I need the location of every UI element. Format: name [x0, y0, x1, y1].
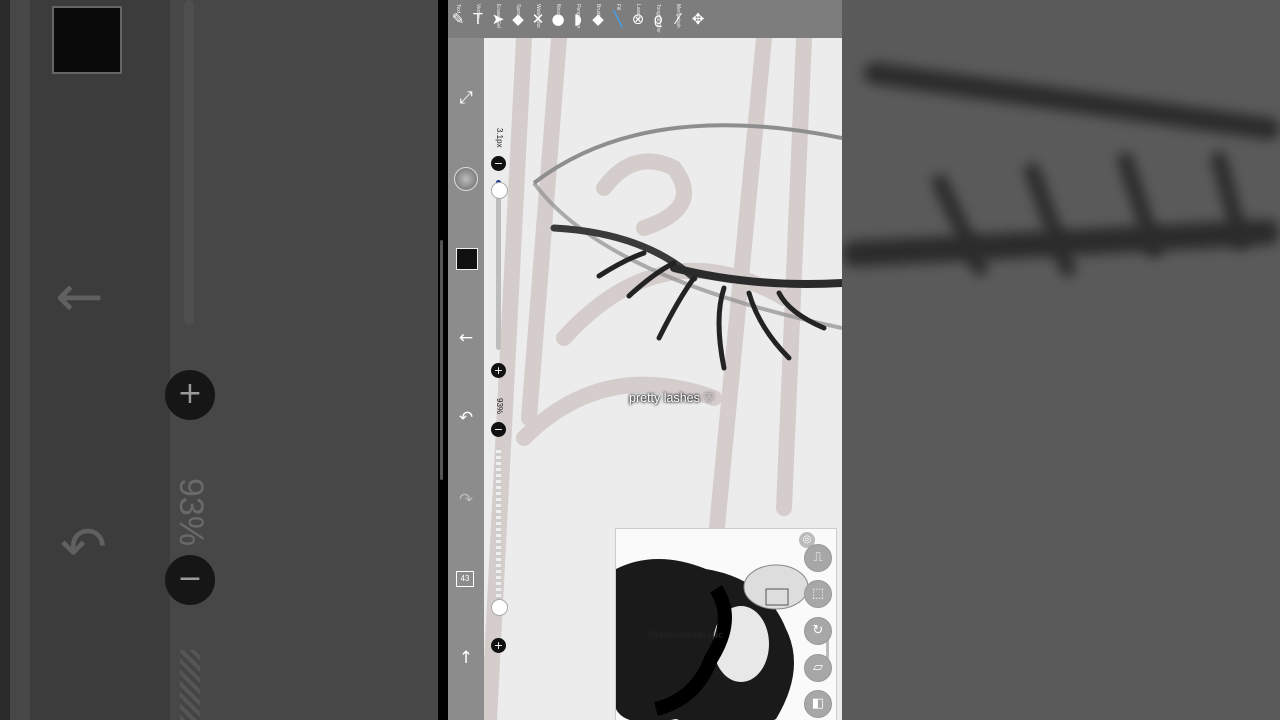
- opacity-slider[interactable]: [496, 448, 501, 618]
- tool-lasso[interactable]: ϱ Tongkat Sihir: [648, 0, 668, 38]
- tool-sliders: 3.1px − + 93% − +: [488, 128, 510, 660]
- tool-special[interactable]: ✕ Watercolor: [528, 0, 548, 38]
- reference-icon[interactable]: ◧: [804, 690, 832, 718]
- background-left: ← ↶ + − 93%: [0, 0, 438, 720]
- brush-size-label: 3.1px: [495, 128, 504, 148]
- tool-blur[interactable]: ◗ Pengerhan: [568, 0, 588, 38]
- tool-text[interactable]: T Vector: [468, 0, 488, 38]
- tool-brush[interactable]: ╲ Fill: [608, 0, 628, 38]
- opacity-fill: [496, 448, 501, 606]
- tool-close[interactable]: ⊗ Lasso: [628, 0, 648, 38]
- tool-vector[interactable]: ➤ Eraser Gel: [488, 0, 508, 38]
- layer-settings-icon[interactable]: ⎍: [804, 544, 832, 572]
- bg-color-swatch: [52, 6, 122, 74]
- opacity-label: 93%: [495, 398, 504, 415]
- selection-icon[interactable]: ⬚: [804, 580, 832, 608]
- color-swatch-button[interactable]: [456, 248, 478, 270]
- tool-watercolor[interactable]: ● Noiza: [548, 0, 568, 38]
- tool-eraser[interactable]: ◆ Special: [508, 0, 528, 38]
- pen-icon: ✎: [451, 10, 465, 28]
- brush-preview-button[interactable]: [454, 167, 478, 191]
- left-sidebar: ⤢ ← ↶ ↷ 43 ↑: [448, 38, 484, 720]
- redo-icon[interactable]: ↷: [456, 490, 476, 510]
- tool-move[interactable]: ✥: [688, 0, 708, 38]
- brush-size-minus-button[interactable]: −: [491, 156, 506, 171]
- rotate-icon[interactable]: ↻: [804, 617, 832, 645]
- brush-size-slider[interactable]: [496, 180, 501, 350]
- opacity-plus-button[interactable]: +: [491, 638, 506, 653]
- divider-handle[interactable]: [440, 240, 443, 480]
- window-divider: [438, 0, 448, 720]
- bg-checker: [180, 650, 200, 720]
- tool-fill[interactable]: ◆ Brush: [588, 0, 608, 38]
- bg-strip: [0, 0, 10, 720]
- transform-icon[interactable]: ⤢: [456, 88, 476, 108]
- opacity-thumb[interactable]: [491, 599, 508, 617]
- bg-plus-icon: +: [165, 370, 215, 420]
- preview-title: Monochromatic: [648, 629, 723, 641]
- tool-pen[interactable]: ✎ Text: [448, 0, 468, 38]
- bg-slider-track: [184, 0, 194, 325]
- move-icon: ✥: [691, 10, 705, 28]
- bg-minus-icon: −: [165, 555, 215, 605]
- tool-toolbar: ✎ Text T Vector ➤ Eraser Gel ◆ Special ✕ Wate…: [448, 0, 842, 38]
- brush-icon: ╲: [613, 10, 623, 28]
- back-arrow-icon[interactable]: ←: [456, 328, 476, 348]
- layers-button[interactable]: 43: [456, 571, 474, 587]
- bg-sidebar: [30, 0, 170, 720]
- caption-text: pretty lashes ♡: [629, 391, 715, 405]
- background-right: [842, 0, 1280, 720]
- reference-image: [616, 559, 809, 720]
- tool-magic-wand[interactable]: ⁄ Mengubah: [668, 0, 688, 38]
- drawing-app: ✎ Text T Vector ➤ Eraser Gel ◆ Special ✕ Wate…: [448, 0, 842, 720]
- up-arrow-icon[interactable]: ↑: [456, 648, 476, 668]
- brush-size-plus-button[interactable]: +: [491, 363, 506, 378]
- undo-icon[interactable]: ↶: [456, 408, 476, 428]
- ruler-icon[interactable]: ▱: [804, 654, 832, 682]
- bg-opacity-label: 93%: [172, 478, 210, 547]
- opacity-minus-button[interactable]: −: [491, 422, 506, 437]
- bg-undo-icon: ↶: [60, 515, 107, 580]
- bg-back-arrow-icon: ←: [55, 262, 104, 330]
- drawing-canvas[interactable]: pretty lashes ♡ Monochromatic ◎ ✕: [484, 38, 842, 720]
- brush-size-thumb[interactable]: [491, 181, 508, 199]
